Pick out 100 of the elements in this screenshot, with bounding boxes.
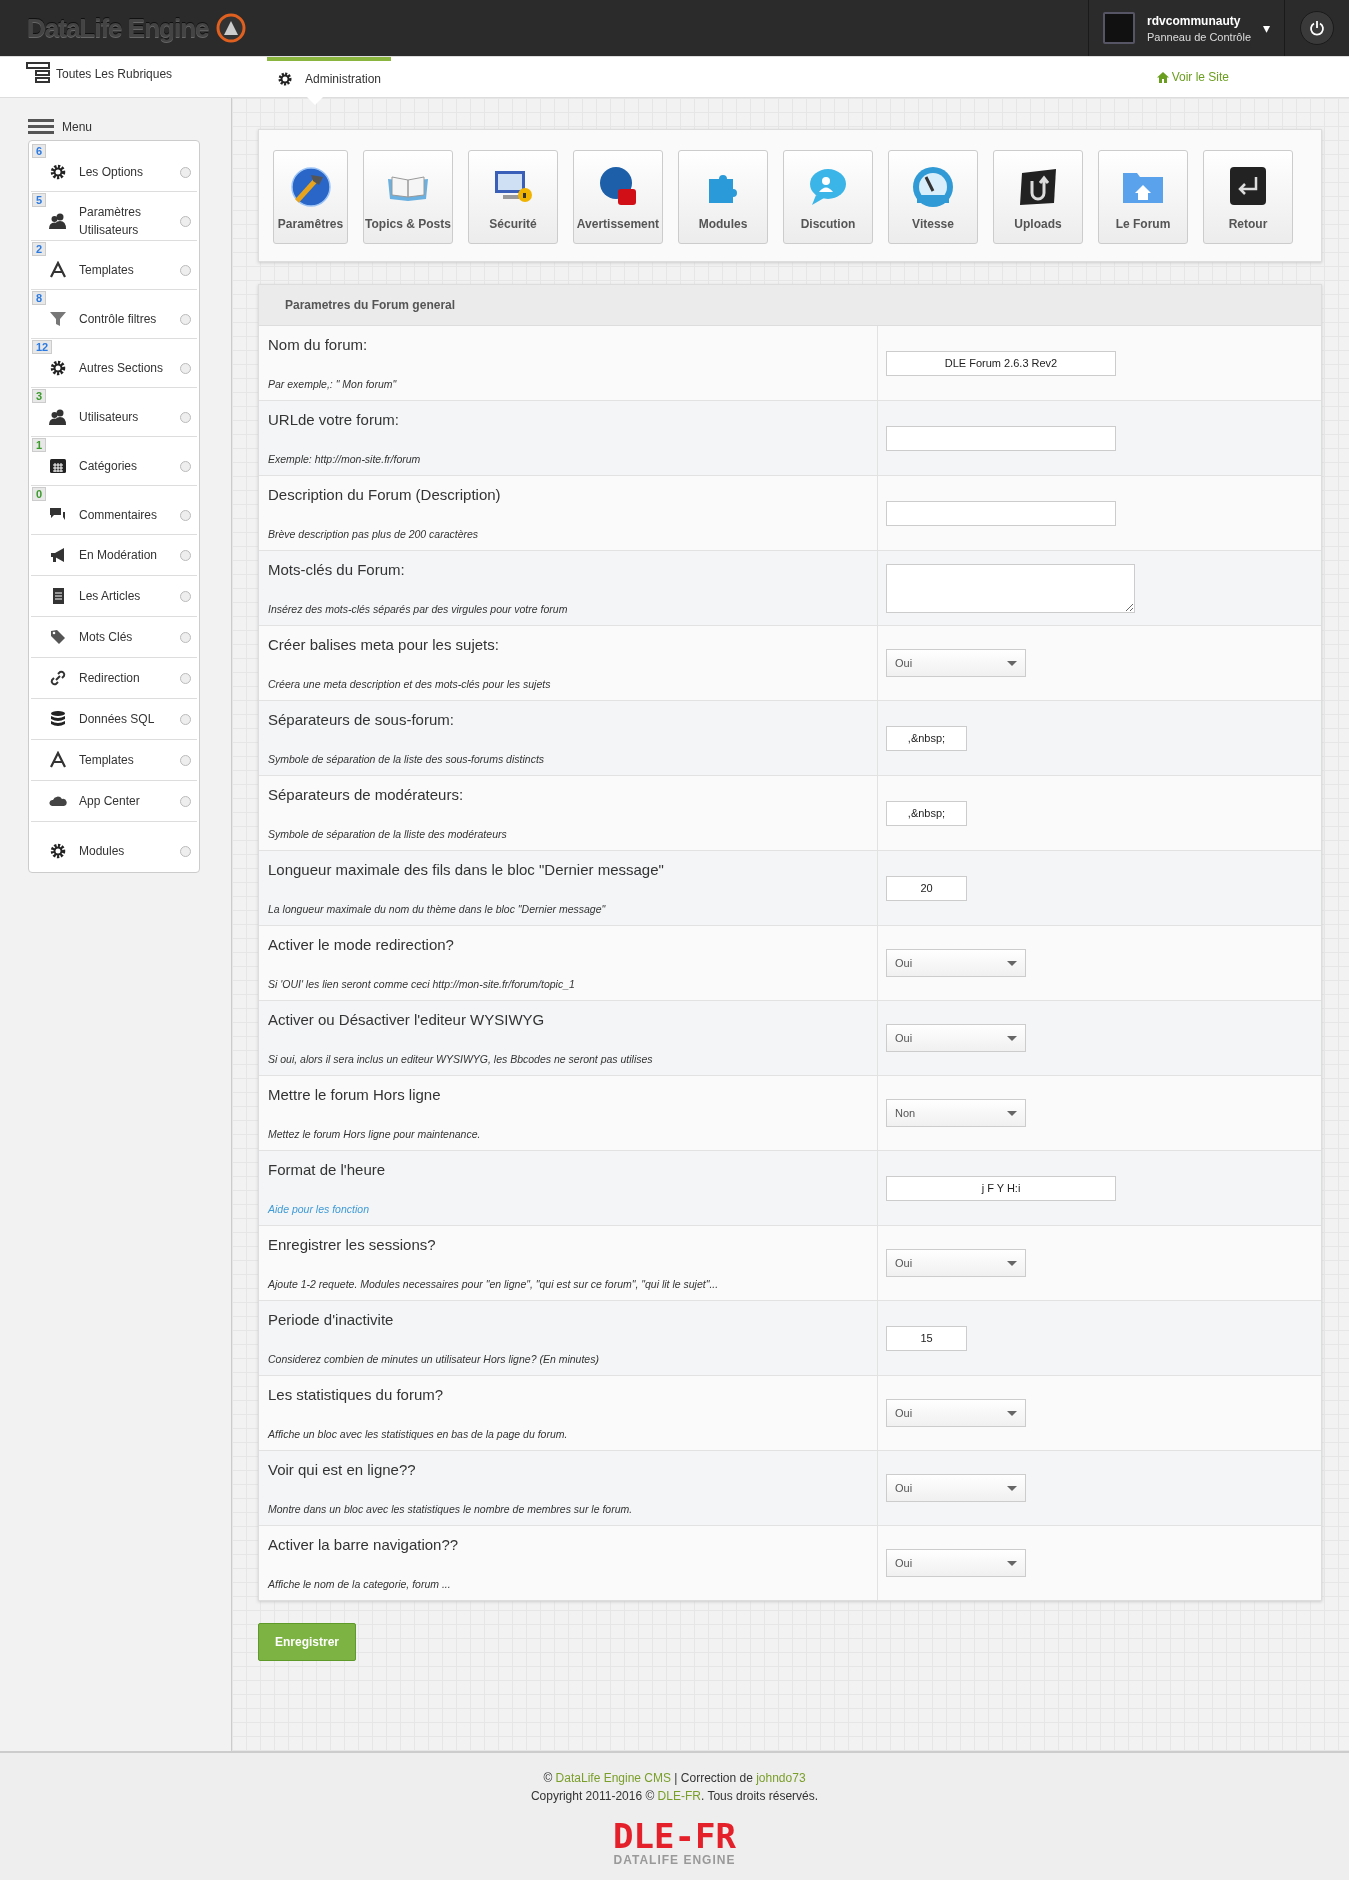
power-icon xyxy=(1309,20,1325,36)
sidebar-item[interactable]: 3 Utilisateurs xyxy=(31,388,197,437)
footer-logo-text: DLE-FR xyxy=(613,1819,736,1853)
text-field[interactable] xyxy=(886,425,1116,451)
tag-icon xyxy=(49,628,67,646)
dropdown[interactable]: Oui xyxy=(886,1549,1026,1577)
setting-label: Les statistiques du forum? xyxy=(268,1386,445,1403)
setting-hint: Ajoute 1-2 requete. Modules necessaires pour "en ligne", "qui est sur ce forum", "qui lit le sujet"... xyxy=(268,1278,720,1290)
sidebar-item[interactable]: 0 Commentaires xyxy=(31,486,197,535)
dropdown[interactable]: Non xyxy=(886,1099,1026,1127)
sidebar-item[interactable]: 5 Paramètres Utilisateurs xyxy=(31,192,197,241)
username: rdvcommunauty xyxy=(1147,13,1242,28)
text-field[interactable]: ,&nbsp; xyxy=(886,725,967,751)
power-button[interactable] xyxy=(1300,11,1334,45)
radio-icon xyxy=(180,362,191,374)
text-area[interactable] xyxy=(886,563,1135,613)
dropdown[interactable]: Oui xyxy=(886,949,1026,977)
setting-hint: Affiche le nom de la categorie, forum ... xyxy=(268,1578,452,1590)
sidebar-item[interactable]: En Modération xyxy=(31,535,197,576)
footer-credits: © DataLife Engine CMS | Correction de johndo73 xyxy=(543,1770,806,1787)
sidebar-item[interactable]: Les Articles xyxy=(31,576,197,617)
admin-tab[interactable]: Administration xyxy=(267,57,392,97)
users-icon xyxy=(49,212,67,230)
text-field[interactable]: ,&nbsp; xyxy=(886,800,967,826)
toolbar-button[interactable]: Retour xyxy=(1203,150,1293,244)
text-field[interactable] xyxy=(886,500,1116,526)
count-badge: 5 xyxy=(32,193,47,207)
text-field[interactable]: 15 xyxy=(886,1325,967,1351)
setting-hint: Si oui, alors il sera inclus un editeur WYSIWYG, les Bbcodes ne seront pas utilises xyxy=(268,1053,654,1065)
setting-label: Mots-clés du Forum: xyxy=(268,561,406,578)
sidebar-item[interactable]: Données SQL xyxy=(31,699,197,740)
setting-hint: Insérez des mots-clés séparés par des virgules pour votre forum xyxy=(268,603,569,615)
radio-icon xyxy=(180,549,191,561)
toolbar-button[interactable]: Sécurité xyxy=(468,150,558,244)
count-badge: 6 xyxy=(32,144,47,158)
text-field[interactable]: DLE Forum 2.6.3 Rev2 xyxy=(886,350,1116,376)
sidebar-item[interactable]: Mots Clés xyxy=(31,617,197,658)
setting-label: Activer le mode redirection? xyxy=(268,936,455,953)
toolbar-button[interactable]: Paramêtres xyxy=(273,150,348,244)
radio-icon xyxy=(180,672,191,684)
sidebar-item[interactable]: 1 Catégories xyxy=(31,437,197,486)
sidebar-item[interactable]: Modules xyxy=(31,822,197,870)
count-badge: 2 xyxy=(32,242,47,256)
sidebar-item[interactable]: 8 Contrôle filtres xyxy=(31,290,197,339)
setting-hint: Créera une meta description et des mots-clés pour les sujets xyxy=(268,678,552,690)
avatar xyxy=(1103,12,1136,44)
toolbar-button[interactable]: Le Forum xyxy=(1098,150,1188,244)
setting-hint: La longueur maximale du nom du thème dans le bloc "Dernier message" xyxy=(268,903,607,915)
count-badge: 12 xyxy=(32,340,53,354)
radio-icon xyxy=(180,754,191,766)
sidebar-item[interactable]: 6 Les Options xyxy=(31,143,197,192)
dropdown[interactable]: Oui xyxy=(886,649,1026,677)
panel-title: Parametres du Forum general xyxy=(259,285,1321,326)
setting-hint: Symbole de séparation de la lliste des modérateurs xyxy=(268,828,508,840)
all-sections-link[interactable]: Toutes Les Rubriques xyxy=(0,62,267,86)
logo-icon xyxy=(216,13,247,43)
sidebar-item[interactable]: 12 Autres Sections xyxy=(31,339,197,388)
setting-label: URLde votre forum: xyxy=(268,411,400,428)
toolbar-button[interactable]: Vitesse xyxy=(888,150,978,244)
radio-icon xyxy=(180,411,191,423)
setting-label: Format de l'heure xyxy=(268,1161,387,1178)
setting-hint: Si 'OUI' les lien seront comme ceci http://mon-site.fr/forum/topic_1 xyxy=(268,978,576,990)
sidebar-item[interactable]: 2 Templates xyxy=(31,241,197,290)
toolbar-button[interactable]: Uploads xyxy=(993,150,1083,244)
radio-icon xyxy=(180,166,191,178)
menu-icon xyxy=(28,119,54,135)
radio-icon xyxy=(180,313,191,325)
sidebar-item[interactable]: Templates xyxy=(31,740,197,781)
radio-icon xyxy=(180,795,191,807)
toolbar-button[interactable]: Avertissement xyxy=(573,150,663,244)
link-icon xyxy=(49,669,67,687)
text-field[interactable]: j F Y H:i xyxy=(886,1175,1116,1201)
setting-label: Séparateurs de modérateurs: xyxy=(268,786,465,803)
sidebar-item[interactable]: Redirection xyxy=(31,658,197,699)
setting-label: Activer la barre navigation?? xyxy=(268,1536,460,1553)
dropdown[interactable]: Oui xyxy=(886,1474,1026,1502)
dropdown[interactable]: Oui xyxy=(886,1399,1026,1427)
footer-logo-subtitle: DATALIFE ENGINE xyxy=(613,1853,736,1867)
sidebar-item[interactable]: App Center xyxy=(31,781,197,822)
radio-icon xyxy=(180,215,191,227)
count-badge: 0 xyxy=(32,487,47,501)
toolbar-button[interactable]: Discution xyxy=(783,150,873,244)
setting-label: Description du Forum (Description) xyxy=(268,486,502,503)
setting-label: Séparateurs de sous-forum: xyxy=(268,711,455,728)
setting-hint: Brève description pas plus de 200 caractères xyxy=(268,528,480,540)
setting-hint: Considerez combien de minutes un utilisateur Hors ligne? (En minutes) xyxy=(268,1353,600,1365)
gear-icon xyxy=(49,359,67,377)
setting-hint: Affiche un bloc avec les statistiques en bas de la page du forum. xyxy=(268,1428,569,1440)
toolbar-button[interactable]: Topics & Posts xyxy=(363,150,453,244)
text-field[interactable]: 20 xyxy=(886,875,967,901)
gear-icon xyxy=(277,71,293,87)
setting-hint: Mettez le forum Hors ligne pour maintenance. xyxy=(268,1128,482,1140)
setting-hint: Montre dans un bloc avec les statistiques le nombre de membres sur le forum. xyxy=(268,1503,634,1515)
setting-hint: Exemple: http://mon-site.fr/forum xyxy=(268,453,422,465)
toolbar-button[interactable]: Modules xyxy=(678,150,768,244)
database-icon xyxy=(49,710,67,728)
dropdown[interactable]: Oui xyxy=(886,1249,1026,1277)
setting-label: Periode d'inactivite xyxy=(268,1311,395,1328)
dropdown[interactable]: Oui xyxy=(886,1024,1026,1052)
funnel-icon xyxy=(49,310,67,328)
